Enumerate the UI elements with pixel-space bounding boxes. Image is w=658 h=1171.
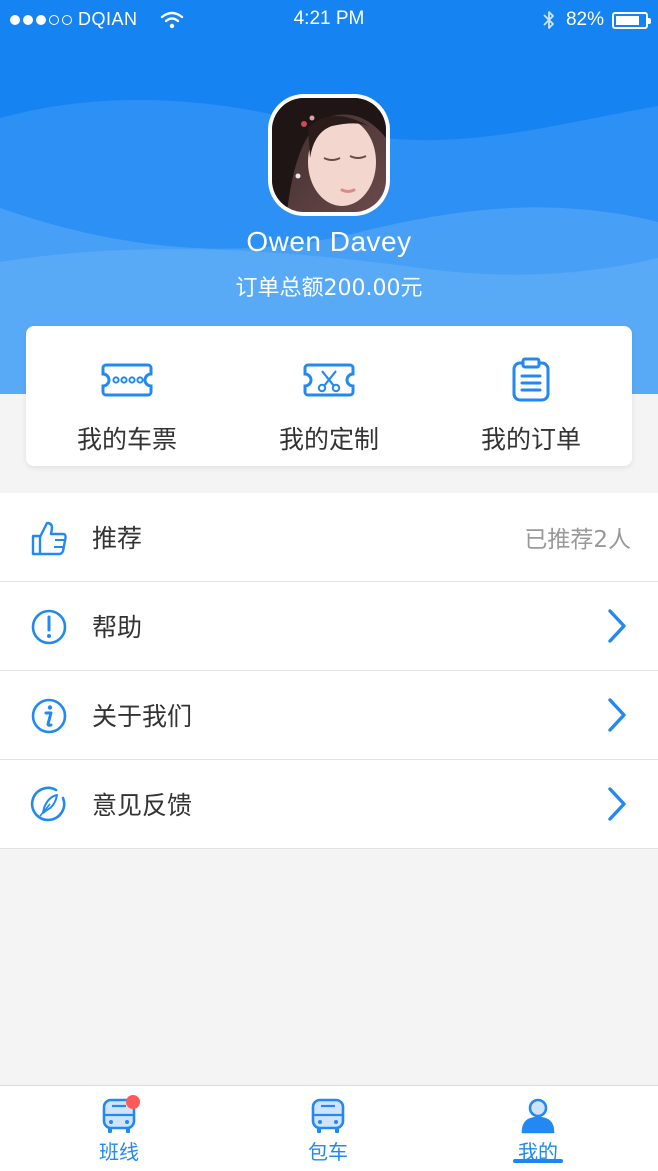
menu-item-about[interactable]: 关于我们 bbox=[0, 671, 658, 760]
battery-percentage: 82% bbox=[565, 9, 604, 30]
menu-item-label: 推荐 bbox=[92, 524, 143, 553]
avatar-photo bbox=[272, 98, 386, 212]
active-tab-indicator bbox=[513, 1159, 563, 1163]
my-tickets-button[interactable]: 我的车票 bbox=[26, 326, 228, 466]
quick-actions-card: 我的车票 我的定制 我的订单 bbox=[26, 326, 632, 466]
custom-ticket-icon bbox=[303, 363, 355, 397]
tab-label: 班线 bbox=[99, 1140, 139, 1164]
tab-label: 包车 bbox=[308, 1140, 348, 1164]
status-bar: DQIAN 4:21 PM 82% bbox=[0, 0, 658, 38]
quick-action-label: 我的定制 bbox=[278, 425, 379, 454]
chevron-right-icon bbox=[608, 787, 626, 821]
exclamation-circle-icon bbox=[31, 609, 67, 645]
tab-charter[interactable]: 包车 bbox=[238, 1086, 418, 1171]
tab-bar: 班线 包车 我的 bbox=[0, 1085, 658, 1171]
menu-item-label: 帮助 bbox=[92, 613, 143, 642]
quick-action-label: 我的车票 bbox=[76, 425, 177, 454]
menu-item-label: 关于我们 bbox=[92, 702, 193, 731]
quick-action-label: 我的订单 bbox=[480, 425, 581, 454]
ticket-icon bbox=[101, 363, 153, 397]
my-custom-button[interactable]: 我的定制 bbox=[228, 326, 430, 466]
thumbs-up-icon bbox=[31, 521, 67, 556]
recommend-count: 已推荐2人 bbox=[524, 527, 631, 553]
notification-badge bbox=[126, 1095, 140, 1109]
avatar[interactable] bbox=[268, 94, 390, 216]
bus-icon bbox=[311, 1098, 345, 1133]
bluetooth-icon bbox=[543, 11, 554, 29]
tab-mine[interactable]: 我的 bbox=[418, 1086, 658, 1171]
chevron-right-icon bbox=[608, 609, 626, 643]
tab-bus-routes[interactable]: 班线 bbox=[0, 1086, 238, 1171]
feather-compass-icon bbox=[30, 786, 66, 822]
battery-icon bbox=[612, 11, 651, 29]
order-total: 订单总额200.00元 bbox=[235, 276, 423, 301]
settings-menu: 推荐 已推荐2人 帮助 关于我们 意见反馈 bbox=[0, 493, 658, 849]
chevron-right-icon bbox=[608, 698, 626, 732]
menu-item-help[interactable]: 帮助 bbox=[0, 582, 658, 671]
menu-item-label: 意见反馈 bbox=[92, 791, 193, 820]
menu-item-recommend[interactable]: 推荐 已推荐2人 bbox=[0, 493, 658, 582]
clipboard-icon bbox=[512, 357, 550, 402]
info-circle-icon bbox=[31, 698, 67, 734]
user-name: Owen Davey bbox=[246, 226, 412, 257]
menu-item-feedback[interactable]: 意见反馈 bbox=[0, 760, 658, 849]
person-icon bbox=[521, 1098, 555, 1134]
my-orders-button[interactable]: 我的订单 bbox=[430, 326, 632, 466]
